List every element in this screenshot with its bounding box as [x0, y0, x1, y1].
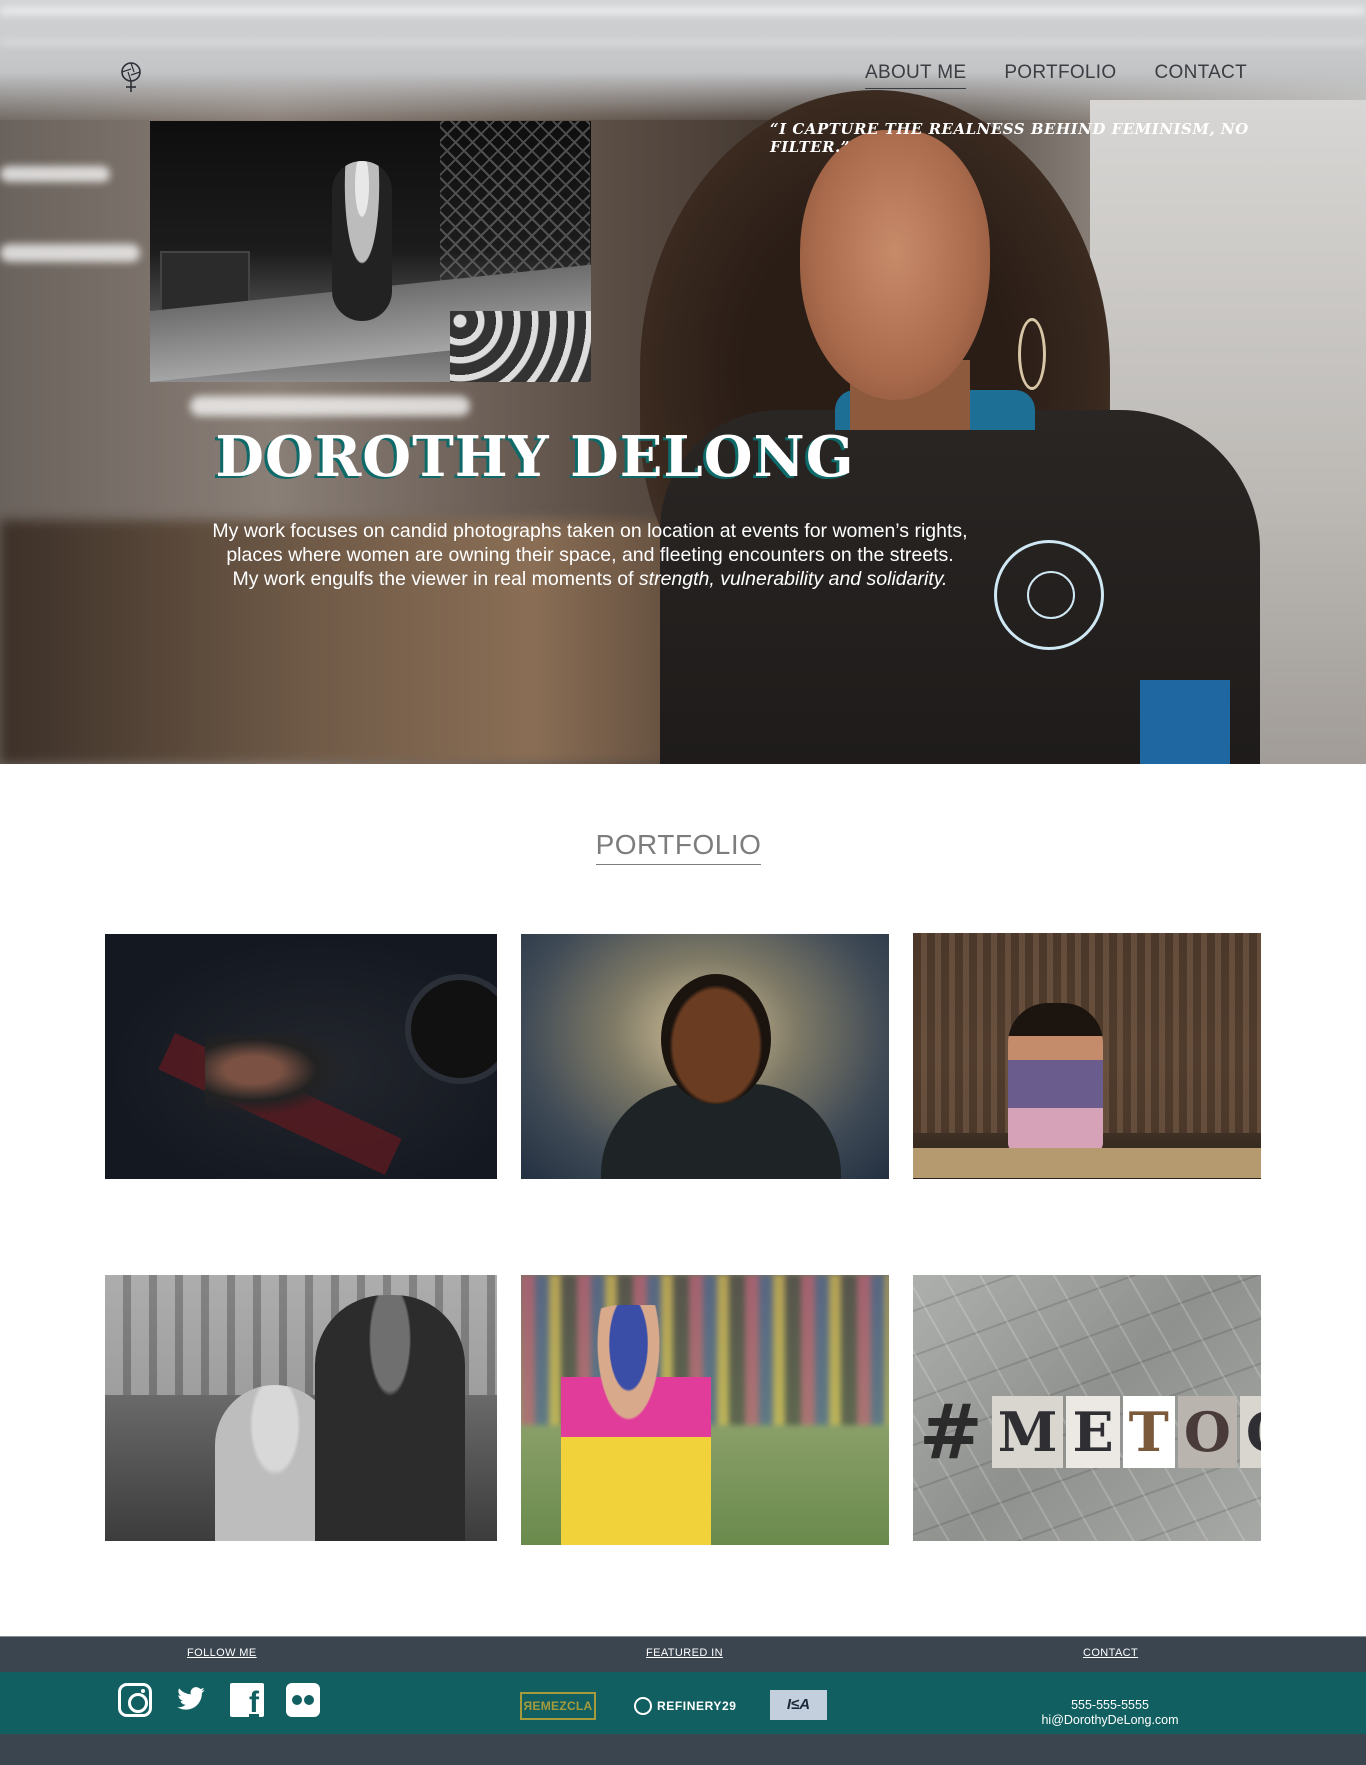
- footer-contact-info: 555-555-5555 hi@DorothyDeLong.com: [1010, 1698, 1210, 1728]
- portfolio-heading: PORTFOLIO: [0, 829, 1357, 865]
- venus-camera-logo-icon[interactable]: [116, 60, 146, 94]
- child: [1008, 1003, 1103, 1153]
- light-streak: [0, 40, 1366, 44]
- portfolio-title: PORTFOLIO: [595, 829, 762, 865]
- contact-phone[interactable]: 555-555-5555: [1010, 1698, 1210, 1713]
- portrait-earring: [1018, 318, 1046, 390]
- portfolio-photo-gym[interactable]: [105, 934, 497, 1179]
- nav-about-me[interactable]: ABOUT ME: [865, 62, 967, 89]
- portfolio-photo-metoo[interactable]: # M E T O O: [913, 1275, 1261, 1541]
- portfolio-photo-pride-march[interactable]: [521, 1275, 889, 1545]
- collage-letter: #: [919, 1387, 983, 1476]
- main-nav: ABOUT ME PORTFOLIO CONTACT: [865, 62, 1247, 89]
- collage-letter: E: [1066, 1396, 1120, 1468]
- flickr-icon[interactable]: [286, 1683, 320, 1717]
- stage-truss: [440, 121, 590, 281]
- concert-photo[interactable]: [150, 121, 591, 382]
- hero-description-line-1: My work focuses on candid photographs ta…: [212, 520, 968, 542]
- contact-email[interactable]: hi@DorothyDeLong.com: [1010, 1713, 1210, 1728]
- portfolio-photo-smiling-woman[interactable]: [521, 934, 889, 1179]
- footer-follow-label[interactable]: FOLLOW ME: [187, 1647, 257, 1659]
- social-links: f: [118, 1683, 320, 1717]
- light-streak: [190, 396, 470, 416]
- hero-quote: “I CAPTURE THE REALNESS BEHIND FEMINISM,…: [770, 120, 1249, 156]
- collage-letter: M: [991, 1396, 1064, 1468]
- page-title: DOROTHY DELONG: [215, 424, 855, 490]
- hero-description-line-3: My work engulfs the viewer in real momen…: [232, 568, 639, 590]
- hero-description-emphasis: strength, vulnerability and solidarity.: [638, 568, 948, 590]
- twitter-bird-glyph: [177, 1687, 205, 1710]
- weight-plate: [405, 974, 497, 1084]
- collage-letter: O: [1177, 1396, 1237, 1468]
- wooden-rail: [913, 1148, 1261, 1178]
- refinery29-wordmark: REFINERY29: [657, 1699, 737, 1713]
- light-streak: [0, 8, 1366, 14]
- nav-contact[interactable]: CONTACT: [1154, 62, 1247, 89]
- portfolio-photo-street-haircut[interactable]: [105, 1275, 497, 1541]
- hero-section: ABOUT ME PORTFOLIO CONTACT “I CAPTURE TH…: [0, 0, 1366, 764]
- flag-wearer: [561, 1305, 711, 1545]
- instagram-icon[interactable]: [118, 1683, 152, 1717]
- hero-description: My work focuses on candid photographs ta…: [150, 519, 1030, 591]
- refinery29-logo[interactable]: REFINERY29: [634, 1697, 737, 1715]
- refinery29-mark-icon: [634, 1697, 652, 1715]
- metoo-collage: # M E T O O: [913, 1387, 1261, 1477]
- portrait-face: [800, 130, 990, 400]
- remezcla-logo[interactable]: ЯEMEZCLA: [520, 1692, 596, 1720]
- light-streak: [0, 166, 110, 182]
- footer-featured-label[interactable]: FEATURED IN: [646, 1647, 723, 1659]
- portrait-sleeve: [1140, 680, 1230, 764]
- athlete: [205, 1034, 365, 1124]
- portfolio-photo-child[interactable]: [913, 933, 1261, 1179]
- collage-letter: T: [1122, 1396, 1175, 1468]
- woman-face: [661, 974, 771, 1104]
- twitter-icon[interactable]: [174, 1683, 208, 1717]
- footer-contact-label[interactable]: CONTACT: [1083, 1647, 1138, 1659]
- barber: [315, 1295, 465, 1541]
- facebook-icon[interactable]: f: [230, 1683, 264, 1717]
- footer-bottom-bar: [0, 1734, 1366, 1765]
- isa-logo[interactable]: I≤A: [770, 1690, 827, 1720]
- nav-portfolio[interactable]: PORTFOLIO: [1004, 62, 1116, 89]
- light-streak: [0, 244, 140, 262]
- hero-description-line-2: places where women are owning their spac…: [226, 544, 954, 566]
- collage-letter: O: [1239, 1396, 1261, 1468]
- performer: [332, 161, 392, 321]
- concert-crowd: [450, 311, 591, 382]
